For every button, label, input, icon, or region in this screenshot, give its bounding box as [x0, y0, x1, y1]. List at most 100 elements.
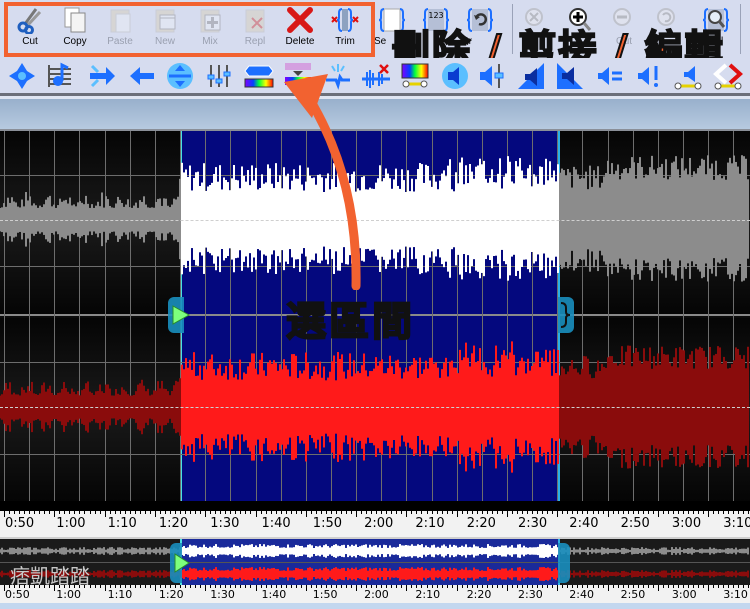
tick-mark [396, 511, 397, 514]
tick-mark [175, 511, 176, 514]
amplify-icon[interactable] [166, 62, 194, 90]
replace-button[interactable]: Repl [233, 6, 277, 54]
tick-mark [728, 511, 729, 514]
equalizer-icon[interactable] [205, 62, 233, 90]
tick-mark [477, 585, 478, 588]
paste-button[interactable]: Paste [98, 6, 142, 54]
normalize-icon[interactable] [8, 62, 36, 90]
cut-label: Cut [22, 36, 38, 47]
tick-mark [472, 585, 473, 588]
speaker-icon[interactable] [441, 62, 469, 90]
tick-mark [240, 511, 241, 514]
fade-out-icon[interactable] [556, 62, 584, 90]
tick-mark [4, 511, 5, 517]
tick-mark [185, 585, 186, 588]
timeline-tick-label: 3:00 [671, 516, 702, 531]
overview-tick-label: 1:10 [107, 588, 133, 601]
tick-mark [291, 511, 292, 514]
tick-mark [748, 511, 749, 514]
selection-annotation: 選區間 [285, 298, 415, 346]
overview-tick-label: 3:10 [723, 588, 748, 601]
tick-mark [306, 585, 307, 591]
timeline-tick-label: 1:40 [261, 516, 291, 531]
tick-mark [668, 511, 669, 514]
tick-mark [613, 585, 614, 588]
music-note-icon[interactable] [46, 62, 74, 90]
tick-mark [346, 511, 347, 514]
tick-mark [371, 585, 372, 588]
tick-mark [54, 585, 55, 591]
tick-mark [623, 511, 624, 514]
paste-mix-button[interactable]: Mix [188, 6, 232, 54]
overview-waveform[interactable] [0, 537, 750, 587]
spectrum-icon[interactable] [244, 62, 274, 90]
tick-mark [286, 511, 287, 514]
tick-mark [582, 511, 583, 514]
tick-mark [261, 511, 262, 514]
play-cursor-icon[interactable] [172, 305, 190, 325]
spectrum-range-icon[interactable] [400, 62, 430, 90]
volume-alert-icon[interactable] [636, 62, 664, 90]
paste-new-button[interactable]: New [143, 6, 187, 54]
timeline-tick-label: 2:20 [466, 516, 496, 531]
tick-mark [467, 585, 468, 588]
tick-mark [678, 511, 679, 514]
copy-button[interactable]: Copy [53, 6, 97, 54]
trim-button[interactable]: Trim [323, 6, 367, 54]
tick-mark [442, 511, 443, 514]
tick-mark [215, 511, 216, 514]
volume-equal-icon[interactable] [596, 62, 624, 90]
tick-mark [537, 511, 538, 514]
tick-mark [125, 585, 126, 588]
tick-mark [230, 511, 231, 514]
tick-mark [95, 585, 96, 588]
fade-in-icon[interactable] [517, 62, 545, 90]
tick-mark [190, 511, 191, 514]
pan-icon[interactable] [712, 62, 744, 90]
tick-mark [276, 585, 277, 588]
tick-mark [628, 511, 629, 514]
timeline-ruler[interactable]: 0:50 1:00 1:10 1:20 1:30 1:40 1:50 2:00 2:10 2:20… [0, 501, 750, 537]
tick-mark [200, 585, 201, 588]
tick-mark [9, 585, 10, 588]
tick-mark [4, 585, 5, 591]
replace-icon [241, 6, 269, 34]
tick-mark [356, 585, 357, 591]
tick-mark [130, 511, 131, 514]
tick-mark [105, 585, 106, 591]
tick-mark [633, 585, 634, 588]
tick-mark [587, 511, 588, 514]
cut-button[interactable]: Cut [8, 6, 52, 54]
tick-mark [452, 585, 453, 588]
tick-mark [351, 511, 352, 514]
tick-mark [331, 511, 332, 514]
tick-mark [386, 511, 387, 514]
tick-mark [14, 585, 15, 588]
reverse-icon[interactable] [128, 62, 156, 90]
tick-mark [643, 585, 644, 588]
overview-tick-label: 3:00 [671, 588, 697, 601]
stereo-swap-icon[interactable] [88, 62, 116, 90]
tick-mark [321, 585, 322, 588]
tick-mark [34, 511, 35, 514]
tick-mark [572, 585, 573, 588]
tick-mark [24, 585, 25, 588]
annotation-arrow [284, 74, 361, 290]
tick-mark [638, 585, 639, 588]
tick-mark [296, 511, 297, 514]
tick-mark [165, 511, 166, 514]
tick-mark [628, 585, 629, 588]
tick-mark [84, 511, 85, 514]
tick-mark [29, 585, 30, 588]
tick-mark [517, 585, 518, 588]
tick-mark [718, 511, 719, 514]
delete-button[interactable]: Delete [278, 6, 322, 54]
tick-mark [437, 585, 438, 588]
volume-envelope-icon[interactable] [674, 62, 702, 90]
tick-mark [135, 585, 136, 588]
overview-end-handle[interactable] [558, 543, 570, 583]
volume-adjust-icon[interactable] [478, 62, 506, 90]
tick-mark [462, 585, 463, 588]
overview-tick-label: 1:20 [158, 588, 184, 601]
tick-mark [250, 585, 251, 588]
